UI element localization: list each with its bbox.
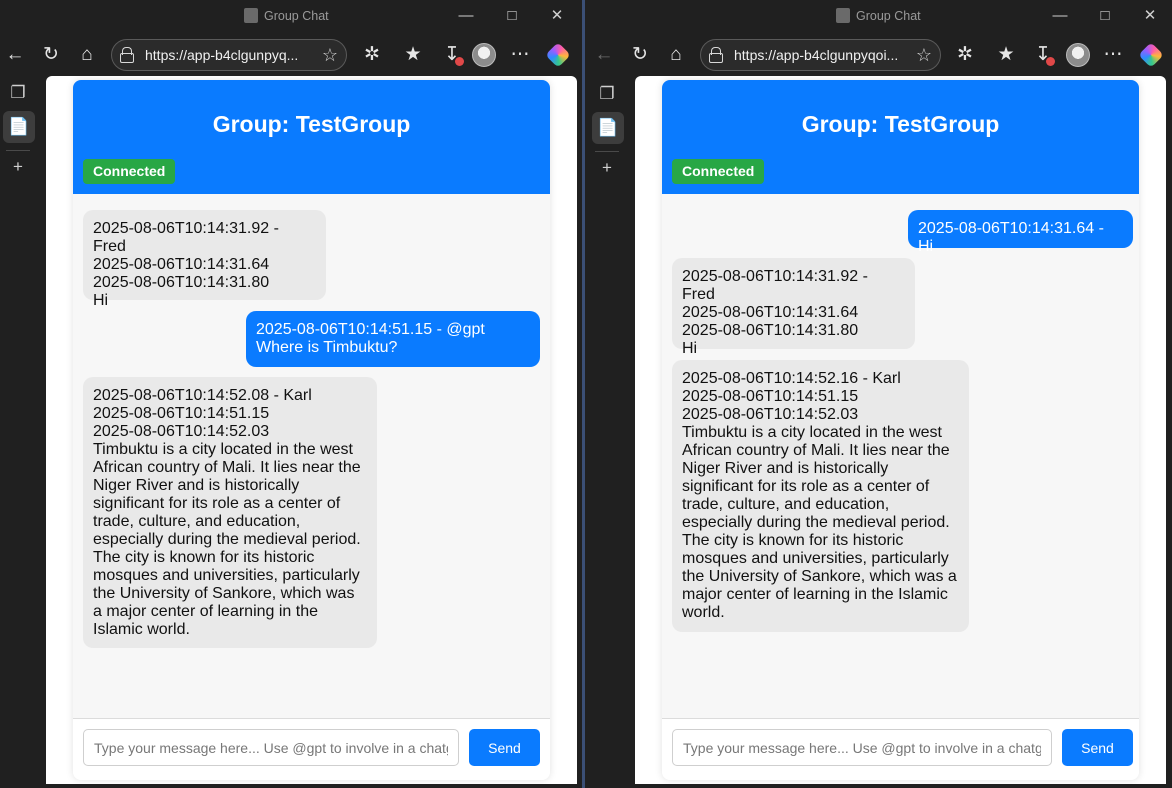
more-menu-icon[interactable]: ⋯ — [1100, 42, 1126, 68]
new-tab-icon[interactable]: + — [594, 155, 620, 181]
url-text: https://app-b4clgunpyq... — [145, 47, 299, 63]
favorite-star-icon[interactable]: ☆ — [916, 44, 932, 66]
home-icon[interactable]: ⌂ — [74, 42, 100, 68]
extensions-icon[interactable]: ✲ — [359, 42, 385, 68]
more-menu-icon[interactable]: ⋯ — [507, 42, 533, 68]
vertical-tab-icon[interactable]: 📄 — [592, 112, 624, 144]
minimize-button[interactable]: — — [1050, 6, 1070, 26]
chat-app: Group: TestGroup Connected 2025-08-06T10… — [73, 80, 550, 780]
close-window-button[interactable]: ✕ — [1140, 6, 1160, 26]
maximize-button[interactable]: □ — [1095, 6, 1115, 26]
vertical-tab-icon[interactable]: 📄 — [3, 111, 35, 143]
group-title: Group: TestGroup — [212, 111, 411, 137]
download-error-badge — [455, 57, 464, 66]
browser-toolbar: ← ↻ ⌂ https://app-b4clgunpyqoi... ☆ ✲ ★ … — [585, 36, 1172, 76]
minimize-button[interactable]: — — [456, 6, 476, 26]
connection-status-badge: Connected — [672, 159, 765, 184]
window-title: Group Chat — [836, 8, 921, 23]
message-composer: Send — [73, 718, 550, 780]
title-bar: Group Chat — □ ✕ — [0, 0, 582, 32]
refresh-icon[interactable]: ↻ — [38, 42, 64, 68]
message-incoming: 2025-08-06T10:14:31.92 - Fred 2025-08-06… — [83, 210, 326, 309]
lock-icon — [709, 47, 723, 63]
window-title-text: Group Chat — [856, 8, 921, 23]
extensions-icon[interactable]: ✲ — [952, 42, 978, 68]
browser-window-right: Group Chat — □ ✕ ← ↻ ⌂ https://app-b4clg… — [585, 0, 1172, 788]
favorite-star-icon[interactable]: ☆ — [322, 44, 338, 66]
favorites-icon[interactable]: ★ — [400, 42, 426, 68]
url-text: https://app-b4clgunpyqoi... — [734, 47, 899, 63]
address-bar[interactable]: https://app-b4clgunpyq... ☆ — [111, 39, 347, 71]
close-window-button[interactable]: ✕ — [547, 6, 567, 26]
new-tab-icon[interactable]: + — [5, 154, 31, 180]
profile-avatar[interactable] — [1066, 43, 1090, 67]
page-viewport: Group: TestGroup Connected 2025-08-06T10… — [635, 76, 1166, 784]
message-list: 2025-08-06T10:14:31.64 - Hi 2025-08-06T1… — [662, 194, 1139, 718]
downloads-icon[interactable]: ↧ — [1030, 42, 1056, 68]
title-bar: Group Chat — □ ✕ — [585, 0, 1172, 32]
tab-page-icon — [244, 8, 258, 23]
message-input[interactable] — [83, 729, 459, 766]
message-outgoing: 2025-08-06T10:14:51.15 - @gpt Where is T… — [246, 311, 540, 367]
copilot-icon[interactable] — [1138, 42, 1164, 68]
chat-app: Group: TestGroup Connected 2025-08-06T10… — [662, 80, 1139, 780]
tab-actions-icon[interactable]: ❐ — [594, 81, 620, 107]
tab-page-icon — [836, 8, 850, 23]
connection-status-badge: Connected — [83, 159, 176, 184]
message-incoming: 2025-08-06T10:14:31.92 - Fred 2025-08-06… — [672, 258, 915, 357]
message-input[interactable] — [672, 729, 1052, 766]
tab-actions-icon[interactable]: ❐ — [5, 80, 31, 106]
message-outgoing: 2025-08-06T10:14:31.64 - Hi — [908, 210, 1133, 255]
maximize-button[interactable]: □ — [502, 6, 522, 26]
home-icon[interactable]: ⌂ — [663, 42, 689, 68]
group-title: Group: TestGroup — [801, 111, 1000, 137]
lock-icon — [120, 47, 134, 63]
page-viewport: Group: TestGroup Connected 2025-08-06T10… — [46, 76, 577, 784]
refresh-icon[interactable]: ↻ — [627, 42, 653, 68]
send-button[interactable]: Send — [469, 729, 540, 766]
message-list: 2025-08-06T10:14:31.92 - Fred 2025-08-06… — [73, 194, 550, 718]
window-title: Group Chat — [244, 8, 329, 23]
back-icon[interactable]: ← — [2, 42, 28, 68]
chat-header: Group: TestGroup Connected — [73, 80, 550, 194]
window-title-text: Group Chat — [264, 8, 329, 23]
message-incoming: 2025-08-06T10:14:52.16 - Karl 2025-08-06… — [672, 360, 969, 632]
favorites-icon[interactable]: ★ — [993, 42, 1019, 68]
chat-header: Group: TestGroup Connected — [662, 80, 1139, 194]
download-error-badge — [1046, 57, 1055, 66]
back-icon[interactable]: ← — [591, 42, 617, 68]
browser-window-left: Group Chat — □ ✕ ← ↻ ⌂ https://app-b4clg… — [0, 0, 582, 788]
sidebar-separator — [595, 151, 619, 152]
profile-avatar[interactable] — [472, 43, 496, 67]
send-button[interactable]: Send — [1062, 729, 1133, 766]
browser-toolbar: ← ↻ ⌂ https://app-b4clgunpyq... ☆ ✲ ★ ↧ … — [0, 36, 582, 76]
message-incoming: 2025-08-06T10:14:52.08 - Karl 2025-08-06… — [83, 377, 377, 648]
address-bar[interactable]: https://app-b4clgunpyqoi... ☆ — [700, 39, 941, 71]
downloads-icon[interactable]: ↧ — [439, 42, 465, 68]
sidebar-separator — [6, 150, 30, 151]
copilot-icon[interactable] — [545, 42, 571, 68]
message-composer: Send — [662, 718, 1139, 780]
